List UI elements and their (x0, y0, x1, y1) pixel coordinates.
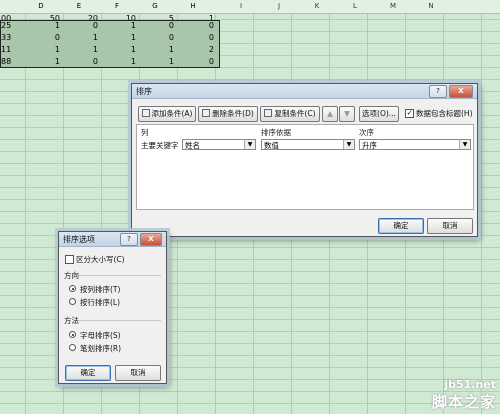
primary-key-label: 主要关键字 (141, 141, 179, 150)
table-row: 11 1 1 1 1 2 (0, 45, 222, 56)
table-cell[interactable]: 0 (180, 21, 218, 30)
stroke-label: 笔划排序(R) (80, 344, 122, 353)
table-cell[interactable]: 1 (102, 21, 140, 30)
column-heading: 列 (141, 128, 149, 137)
delete-icon (202, 109, 211, 117)
watermark-site: jb51.net (444, 378, 496, 391)
group-divider (79, 275, 161, 276)
add-condition-label: 添加条件(A) (151, 109, 193, 118)
column-header-k[interactable]: K (298, 2, 336, 10)
ok-button[interactable]: 确定 (65, 365, 111, 381)
close-icon[interactable]: X (140, 233, 162, 246)
column-select[interactable]: 姓名 ▼ (182, 139, 256, 150)
case-sensitive-label: 区分大小写(C) (76, 255, 125, 264)
table-cell[interactable]: 1 (64, 45, 102, 54)
table-row: 25 1 0 1 0 0 (0, 21, 222, 32)
column-header-m[interactable]: M (374, 2, 412, 10)
table-row: 33 0 1 1 0 0 (0, 33, 222, 44)
copy-icon (264, 109, 273, 117)
stroke-radio[interactable] (69, 344, 76, 351)
column-header-j[interactable]: J (260, 2, 298, 10)
copy-condition-button[interactable]: 复制条件(C) (260, 106, 320, 122)
column-header-e[interactable]: E (60, 2, 98, 10)
table-cell[interactable]: 1 (140, 45, 178, 54)
order-select[interactable]: 升序 ▼ (359, 139, 471, 150)
close-icon[interactable]: X (449, 85, 473, 98)
watermark: jb51.net 脚本之家 (432, 378, 496, 412)
alphabetic-label: 字母排序(S) (80, 331, 121, 340)
move-down-button[interactable]: ▼ (339, 106, 355, 122)
add-condition-button[interactable]: 添加条件(A) (138, 106, 196, 122)
header-checkbox-label: 数据包含标题(H) (416, 109, 473, 118)
table-cell[interactable]: 2 (180, 45, 218, 54)
move-up-button[interactable]: ▲ (322, 106, 338, 122)
sort-conditions-list[interactable]: 列 排序依据 次序 主要关键字 姓名 ▼ 数值 ▼ 升序 ▼ (136, 124, 474, 210)
options-button[interactable]: 选项(O)... (359, 106, 399, 122)
chevron-down-icon: ▼ (244, 140, 255, 149)
table-cell[interactable]: 1 (26, 21, 64, 30)
table-cell[interactable]: 1 (102, 45, 140, 54)
sort-dialog: 排序 ? X 添加条件(A) 删除条件(D) 复制条件(C) ▲ ▼ 选项(O)… (131, 83, 478, 237)
column-header-h[interactable]: H (174, 2, 212, 10)
chevron-down-icon: ▼ (459, 140, 470, 149)
table-cell[interactable]: 0 (64, 57, 102, 66)
table-cell[interactable]: 1 (140, 57, 178, 66)
help-icon[interactable]: ? (429, 85, 447, 98)
by-row-radio[interactable] (69, 298, 76, 305)
table-cell[interactable]: 0 (140, 33, 178, 42)
sort-dialog-title: 排序 (136, 87, 152, 96)
watermark-name: 脚本之家 (431, 393, 496, 411)
header-checkbox[interactable]: ✓ (405, 109, 414, 118)
column-header-d[interactable]: D (22, 2, 60, 10)
table-cell[interactable]: 1 (26, 57, 64, 66)
sort-dialog-titlebar[interactable]: 排序 ? X (132, 84, 477, 99)
delete-condition-label: 删除条件(D) (212, 109, 254, 118)
by-column-radio[interactable] (69, 285, 76, 292)
column-header-i[interactable]: I (222, 2, 260, 10)
column-header-g[interactable]: G (136, 2, 174, 10)
direction-group-label: 方向 (64, 271, 79, 280)
delete-condition-button[interactable]: 删除条件(D) (198, 106, 258, 122)
column-header-n[interactable]: N (412, 2, 450, 10)
by-column-label: 按列排序(T) (80, 285, 121, 294)
table-cell[interactable]: 1 (26, 45, 64, 54)
table-cell[interactable]: 0 (180, 57, 218, 66)
column-select-value: 姓名 (185, 141, 200, 150)
group-divider (79, 320, 161, 321)
table-cell[interactable]: 1 (64, 33, 102, 42)
order-heading: 次序 (359, 128, 374, 137)
cancel-button[interactable]: 取消 (115, 365, 161, 381)
table-cell[interactable]: 1 (102, 33, 140, 42)
basis-select[interactable]: 数值 ▼ (261, 139, 355, 150)
table-row: 88 1 0 1 1 0 (0, 57, 222, 68)
table-cell[interactable]: 0 (64, 21, 102, 30)
copy-condition-label: 复制条件(C) (274, 109, 316, 118)
basis-select-value: 数值 (264, 141, 279, 150)
column-header-l[interactable]: L (336, 2, 374, 10)
add-icon (141, 109, 150, 117)
case-sensitive-checkbox[interactable] (65, 255, 74, 264)
table-cell[interactable]: 0 (140, 21, 178, 30)
sort-options-title: 排序选项 (63, 235, 95, 244)
table-cell[interactable]: 1 (102, 57, 140, 66)
column-headers: D E F G H I J K L M N (0, 0, 500, 14)
basis-heading: 排序依据 (261, 128, 291, 137)
table-cell[interactable]: 0 (180, 33, 218, 42)
chevron-down-icon: ▼ (343, 140, 354, 149)
method-group-label: 方法 (64, 316, 79, 325)
by-row-label: 按行排序(L) (80, 298, 121, 307)
column-header-f[interactable]: F (98, 2, 136, 10)
sort-options-dialog: 排序选项 ? X 区分大小写(C) 方向 按列排序(T) 按行排序(L) 方法 … (58, 231, 167, 384)
sort-options-titlebar[interactable]: 排序选项 ? X (59, 232, 166, 247)
order-select-value: 升序 (362, 141, 377, 150)
ok-button[interactable]: 确定 (378, 218, 424, 234)
cancel-button[interactable]: 取消 (427, 218, 473, 234)
alphabetic-radio[interactable] (69, 331, 76, 338)
help-icon[interactable]: ? (120, 233, 138, 246)
table-cell[interactable]: 0 (26, 33, 64, 42)
